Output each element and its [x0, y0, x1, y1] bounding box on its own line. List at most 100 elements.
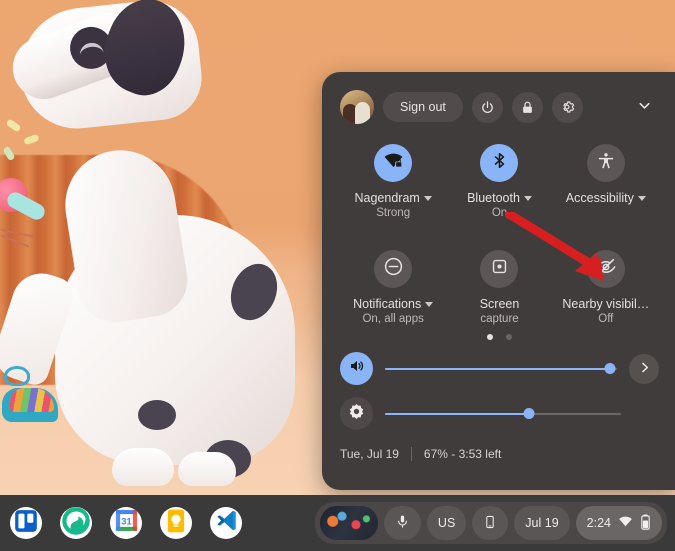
- shelf-app-vscode[interactable]: [210, 507, 242, 539]
- shelf: 31 US Jul 19 2:24: [0, 495, 675, 551]
- tile-notifications-label: Notifications: [353, 297, 422, 311]
- microphone-button[interactable]: [383, 506, 421, 540]
- page-dot-1[interactable]: [487, 334, 493, 340]
- volume-slider-thumb[interactable]: [604, 363, 616, 374]
- audio-settings-button[interactable]: [629, 353, 659, 384]
- vs-code-icon: [214, 508, 239, 538]
- tile-screen-capture-circle[interactable]: [480, 250, 519, 288]
- tile-screen-capture-label: Screen: [479, 297, 520, 311]
- phone-hub-button[interactable]: [472, 506, 509, 540]
- volume-slider[interactable]: [385, 361, 617, 377]
- tile-accessibility-label-row: Accessibility: [566, 191, 646, 205]
- shelf-app-trello[interactable]: [10, 507, 42, 539]
- wifi-icon: [618, 514, 633, 532]
- tile-nearby-visibility-sublabel: Off: [598, 313, 614, 325]
- shelf-app-list: 31: [10, 507, 242, 539]
- chevron-down-icon[interactable]: [523, 195, 532, 201]
- quick-settings-footer: Tue, Jul 19 67% - 3:53 left: [340, 447, 659, 461]
- eye-off-icon: [595, 256, 617, 283]
- ime-label: US: [437, 516, 456, 530]
- tile-notifications-circle[interactable]: [374, 250, 413, 288]
- wallpaper-confetti: [5, 118, 22, 133]
- tile-accessibility[interactable]: Accessibility: [553, 140, 659, 220]
- volume-up-icon: [348, 357, 366, 380]
- tile-notifications-sublabel: On, all apps: [362, 313, 424, 325]
- tile-screen-capture-label-row: Screen: [480, 297, 520, 311]
- google-calendar-icon: 31: [114, 508, 139, 538]
- tile-screen-capture-label2: capture: [480, 313, 519, 325]
- lock-button[interactable]: [511, 91, 543, 123]
- brightness-slider-row: [340, 397, 659, 430]
- tile-network-circle[interactable]: [374, 144, 413, 182]
- tile-nearby-visibility-label-row: Nearby visibil…: [562, 297, 649, 311]
- tile-accessibility-label: Accessibility: [565, 191, 634, 205]
- shelf-app-green[interactable]: [60, 507, 92, 539]
- trello-icon: [13, 508, 39, 539]
- page-indicator: [340, 334, 659, 340]
- sign-out-button[interactable]: Sign out: [383, 92, 463, 122]
- dog-head: [4, 0, 206, 135]
- brightness-slider[interactable]: [385, 406, 621, 422]
- tile-bluetooth-sublabel: On: [491, 207, 508, 219]
- tile-bluetooth-label: Bluetooth: [467, 191, 520, 205]
- tile-network[interactable]: Nagendram Strong: [340, 140, 446, 220]
- tile-nearby-visibility-label: Nearby visibil…: [562, 297, 650, 311]
- do-not-disturb-icon: [383, 256, 404, 282]
- status-area: US Jul 19 2:24: [314, 502, 667, 544]
- shelf-app-calendar[interactable]: 31: [110, 507, 142, 539]
- brightness-slider-fill: [385, 412, 529, 415]
- shelf-app-keep[interactable]: [160, 507, 192, 539]
- collapse-panel-button[interactable]: [629, 92, 659, 122]
- wallpaper-shoe-loop: [4, 366, 30, 386]
- brightness-button[interactable]: [340, 397, 373, 430]
- volume-slider-row: [340, 352, 659, 385]
- battery-icon: [640, 513, 651, 533]
- tile-nearby-visibility[interactable]: Nearby visibil… Off: [553, 246, 659, 326]
- battery-label[interactable]: 67% - 3:53 left: [424, 447, 501, 461]
- gear-icon: [559, 99, 575, 115]
- bluetooth-icon: [490, 151, 509, 175]
- volume-button[interactable]: [340, 352, 373, 385]
- chevron-down-icon[interactable]: [423, 195, 432, 201]
- shelf-date-label: Jul 19: [525, 516, 559, 530]
- accessibility-icon: [596, 151, 616, 176]
- quick-settings-panel: Sign out Nagendram Strong Bluetooth On A…: [322, 72, 675, 490]
- feature-tile-grid: Nagendram Strong Bluetooth On Accessibil…: [340, 140, 659, 326]
- power-icon: [480, 100, 495, 115]
- brightness-slider-thumb[interactable]: [523, 408, 535, 419]
- tile-network-sublabel: Strong: [376, 207, 411, 219]
- tile-bluetooth-label-row: Bluetooth: [467, 191, 532, 205]
- power-button[interactable]: [471, 91, 503, 123]
- tile-nearby-visibility-circle[interactable]: [586, 250, 625, 288]
- lock-icon: [520, 100, 535, 115]
- tile-network-label-row: Nagendram: [355, 191, 432, 205]
- dog-paw: [178, 452, 236, 486]
- ime-button[interactable]: US: [426, 506, 467, 540]
- avatar[interactable]: [340, 90, 374, 124]
- chevron-down-icon[interactable]: [425, 301, 434, 307]
- app-icon-green: [61, 507, 91, 539]
- settings-button[interactable]: [551, 91, 583, 123]
- date-label[interactable]: Tue, Jul 19: [340, 447, 399, 461]
- quick-settings-header: Sign out: [340, 88, 659, 126]
- tile-screen-capture[interactable]: Screen capture: [446, 246, 552, 326]
- chromeos-desktop: Sign out Nagendram Strong Bluetooth On A…: [0, 0, 675, 551]
- tile-accessibility-circle[interactable]: [586, 144, 625, 182]
- microphone-icon: [395, 514, 410, 532]
- page-dot-2[interactable]: [506, 334, 512, 340]
- dog-spot: [138, 400, 176, 430]
- tile-notifications[interactable]: Notifications On, all apps: [340, 246, 446, 326]
- tile-bluetooth-circle[interactable]: [480, 144, 519, 182]
- wallpaper-confetti: [23, 133, 40, 146]
- phone-hub-icon: [483, 515, 497, 532]
- tile-bluetooth[interactable]: Bluetooth On: [446, 140, 552, 220]
- chevron-down-icon[interactable]: [637, 195, 646, 201]
- system-tray-button[interactable]: 2:24: [575, 506, 662, 540]
- screenshot-thumbnail[interactable]: [319, 506, 378, 540]
- shelf-date-button[interactable]: Jul 19: [514, 506, 570, 540]
- screen-capture-icon: [490, 257, 509, 281]
- google-keep-icon: [163, 508, 189, 539]
- svg-text:31: 31: [121, 516, 131, 526]
- brightness-icon: [347, 402, 366, 426]
- screenshot-thumbnail-image: [319, 506, 378, 540]
